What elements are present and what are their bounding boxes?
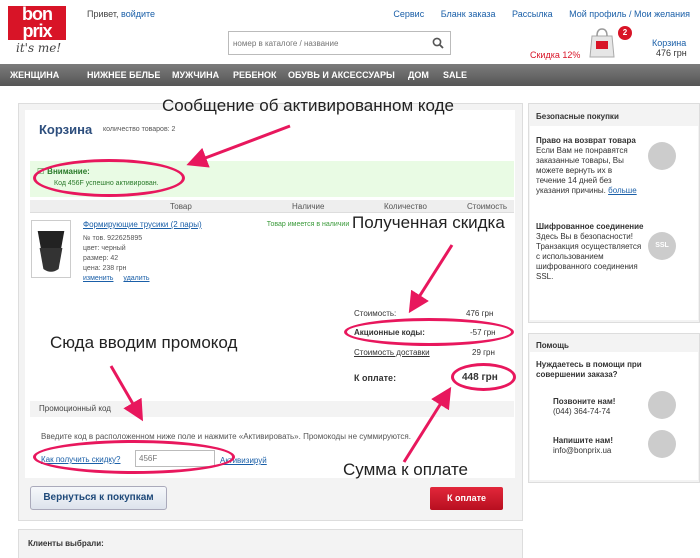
product-color: цвет: черный — [83, 245, 126, 252]
greeting: Привет, войдите — [87, 9, 155, 19]
login-link[interactable]: войдите — [121, 9, 155, 19]
annotation-discount: Полученная скидка — [352, 213, 505, 232]
product-details: № тов. 922625895 цвет: черный размер: 42… — [83, 234, 142, 274]
write-email[interactable]: info@bonprix.ua — [553, 446, 611, 455]
service-link[interactable]: Сервис — [393, 9, 424, 19]
search-input[interactable] — [229, 32, 424, 54]
cart-table-header: Товар Наличие Количество Стоимость — [30, 200, 514, 213]
shopping-bag-icon[interactable] — [588, 26, 616, 58]
highlight-ring-discount — [344, 318, 514, 346]
bonprix-logo[interactable]: bon prix it's me! — [8, 4, 66, 60]
nav-women[interactable]: ЖЕНЩИНА — [10, 70, 59, 80]
nav-kids[interactable]: РЕБЕНОК — [233, 70, 276, 80]
logo-tagline: it's me! — [16, 41, 62, 55]
col-quantity: Количество — [384, 202, 427, 211]
promo-header-label: Промоционный код — [39, 404, 111, 413]
promo-section-header: Промоционный код — [30, 401, 514, 417]
checkout-button[interactable]: К оплате — [430, 487, 503, 510]
main-nav: ЖЕНЩИНА НИЖНЕЕ БЕЛЬЕ МУЖЧИНА РЕБЕНОК ОБУ… — [0, 64, 700, 86]
help-text: Нуждаетесь в помощи при совершении заказ… — [536, 360, 642, 379]
page-title: Корзина — [39, 122, 93, 137]
annotation-enter-promo: Сюда вводим промокод — [50, 333, 238, 352]
highlight-ring-promo — [33, 440, 235, 474]
shopping-bag-return-icon — [648, 142, 676, 170]
remove-item-link[interactable]: удалить — [123, 275, 149, 282]
product-thumbnail[interactable] — [31, 220, 71, 278]
edit-item-link[interactable]: изменить — [83, 275, 113, 282]
clients-chose-section: Клиенты выбрали: — [18, 529, 523, 558]
cart-link[interactable]: Корзина — [652, 38, 686, 48]
profile-link[interactable]: Мой профиль / Мои желания — [569, 9, 690, 19]
order-form-link[interactable]: Бланк заказа — [441, 9, 496, 19]
search-box — [228, 31, 451, 55]
nav-lingerie[interactable]: НИЖНЕЕ БЕЛЬЕ — [87, 70, 160, 80]
ssl-lock-icon: SSL — [648, 232, 676, 260]
product-actions: изменить удалить — [83, 275, 158, 282]
write-us: Напишите нам! info@bonprix.ua — [553, 436, 613, 456]
availability-status: Товар имеется в наличии — [266, 221, 350, 228]
annotation-code-message: Сообщение об активированном коде — [162, 96, 454, 115]
product-size: размер: 42 — [83, 255, 119, 262]
newsletter-link[interactable]: Рассылка — [512, 9, 553, 19]
promo-instructions: Введите код в расположенном ниже поле и … — [41, 432, 411, 441]
cart-count-badge: 2 — [618, 26, 632, 40]
call-us: Позвоните нам! (044) 364-74-74 — [553, 397, 615, 417]
nav-men[interactable]: МУЖЧИНА — [172, 70, 219, 80]
highlight-ring-total — [451, 363, 516, 391]
phone-icon — [648, 391, 676, 419]
return-more-link[interactable]: больше — [608, 186, 637, 195]
clients-chose-title: Клиенты выбрали: — [28, 539, 104, 548]
call-title: Позвоните нам! — [553, 397, 616, 406]
logo-line2: prix — [8, 22, 66, 40]
col-availability: Наличие — [292, 202, 325, 211]
cost-label: Стоимость: — [354, 309, 397, 318]
ssl-text: Здесь Вы в безопасности! Транзакция осущ… — [536, 232, 642, 281]
product-price: цена: 238 грн — [83, 265, 127, 272]
nav-shoes[interactable]: ОБУВЬ И АКСЕССУАРЫ — [288, 70, 395, 80]
col-product: Товар — [170, 202, 192, 211]
product-name-link[interactable]: Формирующие трусики (2 пары) — [83, 220, 202, 229]
col-cost: Стоимость — [467, 202, 508, 211]
write-title: Напишите нам! — [553, 436, 614, 445]
nav-home[interactable]: ДОМ — [408, 70, 429, 80]
delivery-cost-value: 29 грн — [472, 348, 495, 357]
cart-total: 476 грн — [656, 48, 687, 58]
return-title: Право на возврат товара — [536, 136, 636, 145]
return-policy: Право на возврат товара Если Вам не понр… — [536, 136, 644, 196]
top-links: Сервис Бланк заказа Рассылка Мой профиль… — [379, 9, 690, 19]
cost-value: 476 грн — [466, 309, 494, 318]
ssl-info: Шифрованное соединение Здесь Вы в безопа… — [536, 222, 644, 282]
discount-label: Скидка 12% — [530, 50, 581, 60]
greeting-text: Привет, — [87, 9, 119, 19]
nav-sale[interactable]: SALE — [443, 70, 467, 80]
total-label: К оплате: — [354, 373, 397, 383]
search-icon[interactable] — [432, 37, 444, 49]
back-to-shopping-button[interactable]: Вернуться к покупкам — [30, 486, 167, 510]
highlight-ring-alert — [33, 159, 185, 197]
envelope-icon — [648, 430, 676, 458]
ssl-title: Шифрованное соединение — [536, 222, 644, 231]
item-count: количество товаров: 2 — [103, 126, 176, 133]
help-header: Помощь — [536, 341, 569, 350]
call-phone[interactable]: (044) 364-74-74 — [553, 407, 610, 416]
annotation-amount-due: Сумма к оплате — [343, 460, 469, 479]
delivery-cost-link[interactable]: Стоимость доставки — [354, 348, 430, 357]
product-sku: № тов. 922625895 — [83, 235, 143, 242]
secure-shopping-header: Безопасные покупки — [536, 112, 619, 121]
